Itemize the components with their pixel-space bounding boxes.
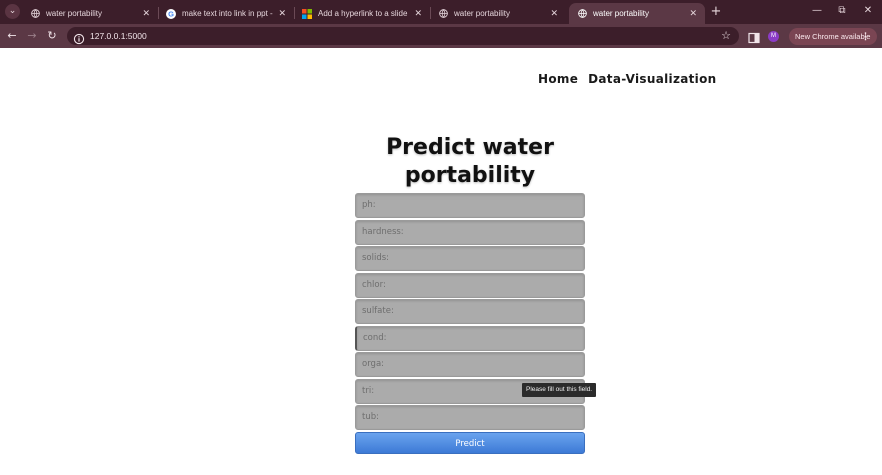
- chlor-input[interactable]: chlor:: [355, 272, 585, 298]
- close-icon[interactable]: ✕: [142, 8, 150, 19]
- profile-avatar[interactable]: M: [768, 31, 779, 42]
- tab-3[interactable]: Add a hyperlink to a slide - Mic ✕: [294, 3, 430, 24]
- reload-icon: ↻: [47, 29, 57, 42]
- orga-input[interactable]: orga:: [355, 352, 585, 377]
- info-icon[interactable]: [73, 30, 85, 45]
- plus-icon: +: [710, 4, 722, 19]
- solids-input[interactable]: solids:: [355, 246, 585, 271]
- chevron-down-icon: ⌄: [8, 6, 17, 16]
- browser-toolbar: ← → ↻ 127.0.0.1:5000 ☆ M New Chrome avai…: [0, 24, 882, 48]
- url-text: 127.0.0.1:5000: [90, 31, 147, 41]
- nav-link-data-visualization[interactable]: Data-Visualization: [588, 72, 716, 86]
- hardness-input[interactable]: hardness:: [355, 219, 585, 245]
- google-icon: G: [166, 8, 176, 19]
- tab-title: Add a hyperlink to a slide - Mic: [318, 9, 410, 18]
- minimize-icon: —: [812, 5, 822, 16]
- prediction-form: ph: hardness: solids: chlor: sulfate: co…: [355, 193, 585, 454]
- page-title-line1: Predict water: [386, 135, 554, 160]
- bookmark-star-icon[interactable]: ☆: [721, 27, 731, 45]
- globe-icon: [577, 9, 587, 19]
- close-icon[interactable]: ✕: [550, 8, 558, 19]
- restore-icon: ⧉: [838, 5, 846, 16]
- address-bar[interactable]: 127.0.0.1:5000 ☆: [67, 27, 739, 45]
- close-icon[interactable]: ✕: [414, 8, 422, 19]
- close-window-button[interactable]: ✕: [858, 3, 878, 19]
- validation-tooltip: Please fill out this field.: [522, 383, 597, 397]
- forward-button[interactable]: →: [24, 28, 40, 44]
- microsoft-icon: [302, 8, 312, 19]
- side-panel-icon[interactable]: [748, 29, 762, 44]
- svg-text:G: G: [168, 9, 174, 18]
- sulfate-input[interactable]: sulfate:: [355, 299, 585, 324]
- tab-title: make text into link in ppt - Goo: [182, 9, 274, 18]
- tab-title: water portability: [593, 9, 650, 18]
- tab-5-active[interactable]: water portability ✕: [569, 3, 705, 24]
- more-vert-icon: ⋮: [861, 31, 870, 41]
- cond-input[interactable]: cond:: [355, 325, 585, 351]
- close-icon[interactable]: ✕: [689, 8, 697, 19]
- update-label: New Chrome available: [795, 32, 871, 41]
- tab-strip: ⌄ water portability ✕ G make text into l…: [0, 0, 882, 24]
- predict-button[interactable]: Predict: [355, 431, 585, 454]
- minimize-button[interactable]: —: [807, 3, 827, 19]
- arrow-left-icon: ←: [7, 29, 17, 42]
- back-button[interactable]: ←: [4, 28, 20, 44]
- tab-4[interactable]: water portability ✕: [430, 3, 566, 24]
- arrow-right-icon: →: [27, 29, 37, 42]
- new-tab-button[interactable]: +: [709, 4, 723, 19]
- tub-input[interactable]: tub:: [355, 405, 585, 430]
- tab-1[interactable]: water portability ✕: [22, 3, 158, 24]
- reload-button[interactable]: ↻: [44, 28, 60, 44]
- tab-2[interactable]: G make text into link in ppt - Goo ✕: [158, 3, 294, 24]
- page-title: Predict water portability: [355, 134, 585, 190]
- tab-search-button[interactable]: ⌄: [5, 4, 20, 19]
- site-nav: Home Data-Visualization: [538, 72, 716, 86]
- close-icon: ✕: [863, 5, 873, 16]
- page-title-line2: portability: [404, 163, 536, 188]
- close-icon[interactable]: ✕: [278, 8, 286, 19]
- globe-icon: [30, 9, 40, 19]
- tab-title: water portability: [454, 9, 511, 18]
- page-content: Home Data-Visualization Predict water po…: [0, 48, 882, 475]
- restore-button[interactable]: ⧉: [832, 3, 852, 19]
- ph-input[interactable]: ph:: [355, 193, 585, 218]
- tab-title: water portability: [46, 9, 103, 18]
- nav-link-home[interactable]: Home: [538, 72, 578, 86]
- globe-icon: [438, 9, 448, 19]
- update-chrome-button[interactable]: New Chrome available ⋮: [789, 28, 877, 45]
